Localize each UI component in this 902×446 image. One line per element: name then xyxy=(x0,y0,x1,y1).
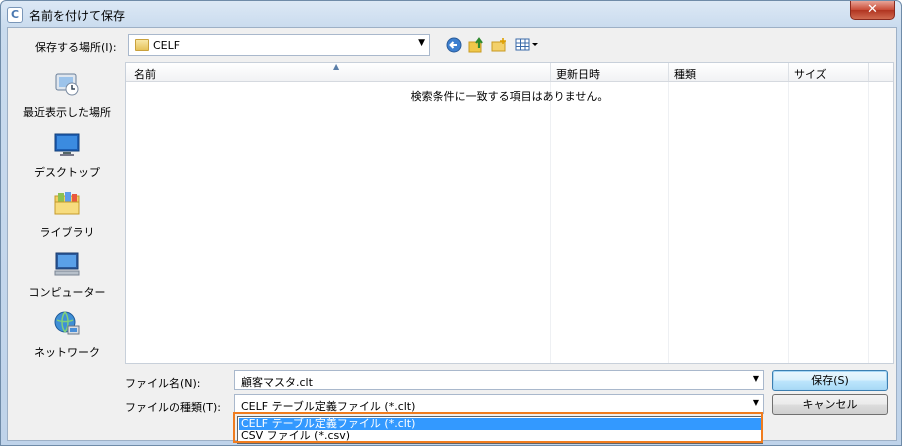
chevron-down-icon[interactable]: ▼ xyxy=(753,374,759,383)
place-label: デスクトップ xyxy=(34,166,100,179)
place-desktop[interactable]: デスクトップ xyxy=(14,130,120,188)
close-button[interactable]: ✕ xyxy=(850,1,895,20)
column-divider[interactable] xyxy=(788,63,789,81)
view-menu-icon[interactable] xyxy=(515,37,539,53)
chevron-down-icon[interactable]: ▼ xyxy=(418,38,425,48)
sort-ascending-icon: ▲ xyxy=(333,62,340,71)
column-header-type[interactable]: 種類 xyxy=(674,66,696,82)
new-folder-icon[interactable] xyxy=(491,37,507,53)
place-label: ライブラリ xyxy=(39,226,95,239)
place-label: ネットワーク xyxy=(34,346,100,359)
place-computer[interactable]: コンピューター xyxy=(14,250,120,308)
file-list-header: ▲ 名前 更新日時 種類 サイズ xyxy=(126,63,893,82)
filename-label: ファイル名(N): xyxy=(125,377,201,390)
file-list[interactable]: ▲ 名前 更新日時 種類 サイズ 検索条件に一致する項目はありません。 xyxy=(125,62,894,364)
column-line xyxy=(788,82,789,363)
empty-list-message: 検索条件に一致する項目はありません。 xyxy=(410,90,609,103)
filename-value: 顧客マスタ.clt xyxy=(241,376,313,389)
column-divider[interactable] xyxy=(550,63,551,81)
column-header-modified[interactable]: 更新日時 xyxy=(556,66,600,82)
place-label: コンピューター xyxy=(28,286,106,299)
place-recent[interactable]: 最近表示した場所 xyxy=(14,70,120,128)
save-location-combo[interactable]: CELF ▼ xyxy=(128,34,430,56)
dialog-body: 保存する場所(I): CELF ▼ 最近表示した場所 デスクトップ ライブラリ … xyxy=(7,27,897,441)
libraries-icon xyxy=(53,190,81,218)
desktop-icon xyxy=(53,130,81,158)
back-icon[interactable] xyxy=(446,37,462,53)
column-divider[interactable] xyxy=(868,63,869,81)
column-line xyxy=(668,82,669,363)
computer-icon xyxy=(53,250,81,278)
window-title: 名前を付けて保存 xyxy=(29,9,126,23)
recent-places-icon xyxy=(53,70,81,98)
filename-input[interactable]: 顧客マスタ.clt ▼ xyxy=(234,370,764,390)
save-location-label: 保存する場所(I): xyxy=(35,41,117,54)
title-bar[interactable]: C 名前を付けて保存 ✕ xyxy=(1,1,901,27)
save-location-value: CELF xyxy=(153,39,181,52)
column-line xyxy=(868,82,869,363)
column-line xyxy=(550,82,551,363)
cancel-button[interactable]: キャンセル xyxy=(772,394,888,415)
filetype-select[interactable]: CELF テーブル定義ファイル (*.clt) ▼ xyxy=(234,394,764,414)
chevron-down-icon[interactable]: ▼ xyxy=(753,398,759,407)
place-network[interactable]: ネットワーク xyxy=(14,310,120,368)
app-icon: C xyxy=(7,7,23,23)
up-folder-icon[interactable] xyxy=(468,37,484,53)
filetype-label: ファイルの種類(T): xyxy=(125,401,222,414)
column-divider[interactable] xyxy=(668,63,669,81)
place-label: 最近表示した場所 xyxy=(23,106,111,119)
places-bar: 最近表示した場所 デスクトップ ライブラリ コンピューター ネットワーク xyxy=(14,60,120,436)
save-button[interactable]: 保存(S) xyxy=(772,370,888,391)
column-header-name[interactable]: 名前 xyxy=(134,66,156,82)
folder-icon xyxy=(135,39,149,51)
place-libraries[interactable]: ライブラリ xyxy=(14,190,120,248)
highlight-box xyxy=(233,412,763,443)
network-icon xyxy=(53,310,81,338)
save-as-dialog: C 名前を付けて保存 ✕ 保存する場所(I): CELF ▼ 最近表示した場所 … xyxy=(0,0,902,446)
column-header-size[interactable]: サイズ xyxy=(794,66,827,82)
